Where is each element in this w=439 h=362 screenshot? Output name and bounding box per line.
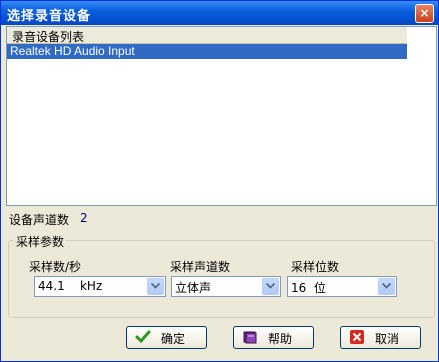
device-list-header[interactable]: 录音设备列表 bbox=[7, 27, 407, 44]
title-bar[interactable]: 选择录音设备 × bbox=[1, 1, 438, 25]
sample-channels-value: 立体声 bbox=[175, 281, 212, 295]
sample-rate-label: 采样数/秒 bbox=[29, 260, 82, 274]
help-button[interactable]: 帮助 bbox=[233, 326, 314, 349]
sample-bits-label: 采样位数 bbox=[291, 260, 340, 274]
cancel-button-label: 取消 bbox=[375, 332, 400, 346]
book-icon bbox=[243, 331, 257, 344]
sample-bits-select[interactable]: 16 位 bbox=[287, 276, 397, 297]
sample-channels-select[interactable]: 立体声 bbox=[171, 276, 281, 297]
ok-button-label: 确定 bbox=[161, 332, 186, 346]
close-button[interactable]: × bbox=[415, 4, 434, 23]
close-icon: × bbox=[419, 6, 430, 20]
sample-channels-label: 采样声道数 bbox=[170, 260, 231, 274]
sample-rate-value: 44.1 kHz bbox=[38, 279, 103, 293]
cancel-button[interactable]: 取消 bbox=[340, 326, 421, 349]
device-list[interactable]: 录音设备列表 Realtek HD Audio Input bbox=[6, 26, 437, 206]
device-list-header-label: 录音设备列表 bbox=[12, 30, 85, 44]
checkmark-icon bbox=[135, 330, 151, 344]
chevron-down-icon[interactable] bbox=[378, 278, 395, 295]
window-title: 选择录音设备 bbox=[7, 9, 92, 24]
device-name: Realtek HD Audio Input bbox=[10, 44, 135, 58]
sampling-params-title: 采样参数 bbox=[14, 233, 67, 250]
sample-bits-value: 16 位 bbox=[291, 281, 326, 295]
chevron-down-icon[interactable] bbox=[262, 278, 279, 295]
sample-rate-select[interactable]: 44.1 kHz bbox=[34, 276, 166, 297]
device-channels-value: 2 bbox=[80, 211, 88, 225]
list-item[interactable]: Realtek HD Audio Input bbox=[7, 44, 407, 59]
cancel-x-icon bbox=[350, 330, 364, 344]
dialog-window: 选择录音设备 × 录音设备列表 Realtek HD Audio Input 设… bbox=[0, 0, 439, 362]
device-channels-label: 设备声道数 bbox=[9, 213, 70, 227]
help-button-label: 帮助 bbox=[268, 332, 293, 346]
chevron-down-icon[interactable] bbox=[147, 278, 164, 295]
ok-button[interactable]: 确定 bbox=[126, 326, 207, 349]
